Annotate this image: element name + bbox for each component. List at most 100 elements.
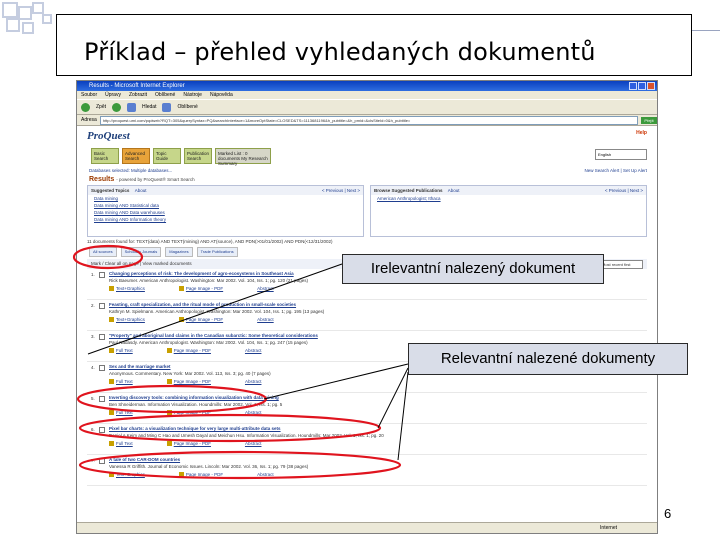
pdf-icon xyxy=(166,379,172,385)
abstract-link[interactable]: Abstract xyxy=(257,472,274,477)
mark-clear-link[interactable]: Mark / Clear all on page | View marked d… xyxy=(91,261,192,266)
sort-select[interactable]: Most recent first xyxy=(599,260,643,269)
abstract-link[interactable]: Abstract xyxy=(245,348,262,353)
databases-selected-link[interactable]: Databases selected: Multiple databases..… xyxy=(89,168,172,173)
document-icon xyxy=(109,286,114,292)
page-number: 6 xyxy=(664,506,672,521)
menu-item-file[interactable]: Soubor xyxy=(81,91,97,99)
pdf-icon xyxy=(178,317,184,323)
tab-publication-search[interactable]: Publication Search xyxy=(184,148,212,164)
result-checkbox[interactable] xyxy=(99,396,105,402)
result-title-link[interactable]: "Property" and aboriginal land claims in… xyxy=(109,333,318,338)
maximize-button[interactable] xyxy=(638,82,646,90)
suggested-publication-link[interactable]: American Anthropologist; Ithaca xyxy=(371,195,646,202)
result-row: 6. Pixel bar charts: a visualization tec… xyxy=(87,424,647,455)
help-link[interactable]: Help xyxy=(636,130,647,136)
full-text-link[interactable]: Full Text xyxy=(109,410,133,416)
tab-basic-search[interactable]: Basic Search xyxy=(91,148,119,164)
result-checkbox[interactable] xyxy=(99,458,105,464)
abstract-link[interactable]: Abstract xyxy=(257,286,274,291)
documents-found-line: 11 documents found for: TEXT(data) AND T… xyxy=(87,239,333,244)
address-label: Adresa xyxy=(81,117,97,123)
language-select[interactable]: English xyxy=(595,149,647,160)
pdf-link[interactable]: Page Image - PDF xyxy=(166,441,211,447)
result-checkbox[interactable] xyxy=(99,303,105,309)
minimize-button[interactable] xyxy=(629,82,637,90)
full-text-link[interactable]: Text+Graphics xyxy=(109,286,145,292)
menu-item-favorites[interactable]: Oblíbené xyxy=(155,91,175,99)
result-number: 2. xyxy=(91,303,95,308)
databases-line: Databases selected: Multiple databases..… xyxy=(77,166,657,175)
search-icon[interactable] xyxy=(127,102,137,112)
tab-all-sources[interactable]: All sources xyxy=(89,247,117,257)
result-checkbox[interactable] xyxy=(99,365,105,371)
result-number: 1. xyxy=(91,272,95,277)
tab-topic-guide[interactable]: Topic Guide xyxy=(153,148,181,164)
suggested-publications-nav[interactable]: < Previous | Next > xyxy=(605,186,643,195)
abstract-link[interactable]: Abstract xyxy=(257,317,274,322)
tab-scholarly-journals[interactable]: Scholarly Journals xyxy=(120,247,162,257)
suggested-topics-about[interactable]: About xyxy=(135,188,147,193)
pdf-link[interactable]: Page Image - PDF xyxy=(166,410,211,416)
full-text-link[interactable]: Full Text xyxy=(109,441,133,447)
result-format-links: Text+Graphics Page Image - PDF Abstract xyxy=(109,472,274,478)
full-text-link[interactable]: Text+Graphics xyxy=(109,472,145,478)
full-text-link[interactable]: Full Text xyxy=(109,348,133,354)
abstract-link[interactable]: Abstract xyxy=(245,410,262,415)
tab-magazines[interactable]: Magazines xyxy=(165,247,193,257)
menu-item-help[interactable]: Nápověda xyxy=(210,91,233,99)
tab-marked-list[interactable]: Marked List : 0 documents My Research Su… xyxy=(215,148,271,166)
menu-item-view[interactable]: Zobrazit xyxy=(129,91,147,99)
search-button[interactable]: Hledat xyxy=(142,104,156,110)
address-input[interactable]: http://proquest.umi.com/pqdweb?RQT=305&q… xyxy=(99,115,638,125)
close-button[interactable] xyxy=(647,82,655,90)
search-alert-link[interactable]: New Search Alert | Set Up Alert xyxy=(585,166,647,175)
pdf-link[interactable]: Page Image - PDF xyxy=(178,317,223,323)
menu-item-tools[interactable]: Nástroje xyxy=(183,91,202,99)
result-number: 7. xyxy=(91,458,95,463)
result-checkbox[interactable] xyxy=(99,334,105,340)
favorites-button[interactable]: Oblíbené xyxy=(177,104,197,110)
result-title-link[interactable]: A tale of two CAR-DOM countries xyxy=(109,457,180,462)
forward-arrow-icon[interactable] xyxy=(112,102,122,112)
result-number: 3. xyxy=(91,334,95,339)
favorites-star-icon[interactable] xyxy=(162,102,172,112)
go-button[interactable]: Přejít xyxy=(641,116,657,124)
pdf-link[interactable]: Page Image - PDF xyxy=(178,472,223,478)
menu-item-edit[interactable]: Úpravy xyxy=(105,91,121,99)
abstract-link[interactable]: Abstract xyxy=(245,441,262,446)
back-button[interactable]: Zpět xyxy=(96,104,106,110)
suggested-topic-link[interactable]: Data mining AND Data warehouses xyxy=(88,209,363,216)
full-text-link[interactable]: Full Text xyxy=(109,379,133,385)
results-powered-by: - powered by ProQuest® Smart Search xyxy=(116,177,195,182)
result-title-link[interactable]: Inverting discovery tools: combining inf… xyxy=(109,395,279,400)
document-icon xyxy=(109,472,114,478)
browser-toolbar: Zpět Hledat Oblíbené xyxy=(77,99,657,115)
result-checkbox[interactable] xyxy=(99,427,105,433)
document-icon xyxy=(109,317,114,323)
result-title-link[interactable]: Pixel bar charts: a visualization techni… xyxy=(109,426,281,431)
tab-advanced-search[interactable]: Advanced Search xyxy=(122,148,150,164)
slide-corner-decoration xyxy=(0,0,60,50)
result-title-link[interactable]: Changing perceptions of risk: The develo… xyxy=(109,271,294,276)
suggested-topics-nav[interactable]: < Previous | Next > xyxy=(322,186,360,195)
pdf-link[interactable]: Page Image - PDF xyxy=(178,286,223,292)
proquest-logo[interactable]: ProQuest xyxy=(87,130,130,142)
suggested-topic-link[interactable]: Data mining AND Information theory xyxy=(88,216,363,223)
tab-trade-publications[interactable]: Trade Publications xyxy=(196,247,238,257)
pdf-icon xyxy=(178,286,184,292)
result-title-link[interactable]: Feasting, craft specialization, and the … xyxy=(109,302,296,307)
result-title-link[interactable]: Sex and the marriage market xyxy=(109,364,171,369)
full-text-link[interactable]: Text+Graphics xyxy=(109,317,145,323)
suggested-topic-link[interactable]: Data mining AND Statistical data xyxy=(88,202,363,209)
pdf-link[interactable]: Page Image - PDF xyxy=(166,379,211,385)
results-list: 1. Changing perceptions of risk: The dev… xyxy=(77,269,657,486)
pdf-link[interactable]: Page Image - PDF xyxy=(166,348,211,354)
suggested-publications-about[interactable]: About xyxy=(448,188,460,193)
back-arrow-icon[interactable] xyxy=(81,102,90,112)
abstract-link[interactable]: Abstract xyxy=(245,379,262,384)
suggested-topic-link[interactable]: Data mining xyxy=(88,195,363,202)
search-tabs: Basic Search Advanced Search Topic Guide… xyxy=(91,148,657,166)
result-format-links: Text+Graphics Page Image - PDF Abstract xyxy=(109,286,274,292)
result-checkbox[interactable] xyxy=(99,272,105,278)
